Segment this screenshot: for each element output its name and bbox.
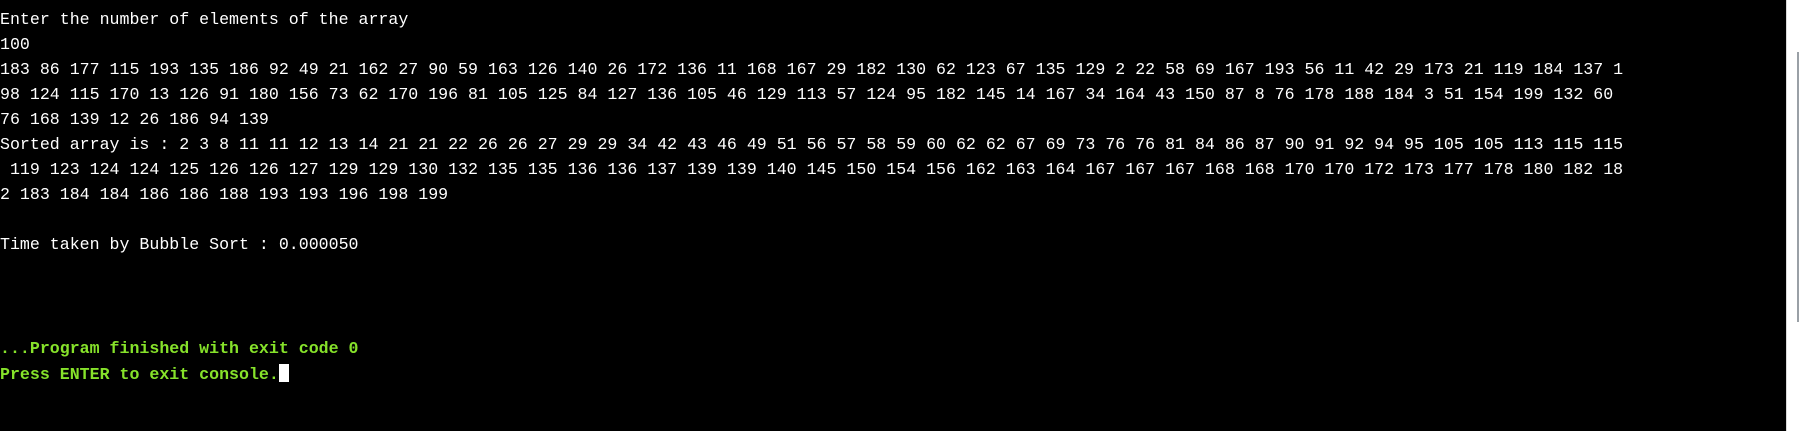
text-cursor <box>278 364 289 382</box>
vertical-scrollbar[interactable] <box>1786 0 1805 431</box>
exit-prompt-line: Press ENTER to exit console. <box>0 362 289 387</box>
array-input-line-2: 98 124 115 170 13 126 91 180 156 73 62 1… <box>0 85 1614 104</box>
scrollbar-thumb[interactable] <box>1797 52 1799 322</box>
exit-prompt-text: Press ENTER to exit console. <box>0 365 279 384</box>
console-output[interactable]: Enter the number of elements of the arra… <box>0 0 1786 431</box>
sorted-array-line-3: 2 183 184 184 186 186 188 193 193 196 19… <box>0 185 449 204</box>
time-taken-line: Time taken by Bubble Sort : 0.000050 <box>0 235 359 254</box>
array-input-line-1: 183 86 177 115 193 135 186 92 49 21 162 … <box>0 60 1624 79</box>
array-input-line-3: 76 168 139 12 26 186 94 139 <box>0 110 269 129</box>
sorted-array-line-2: 119 123 124 124 125 126 126 127 129 129 … <box>0 160 1624 179</box>
program-finished-message: ...Program finished with exit code 0 <box>0 339 359 358</box>
input-element-count: 100 <box>0 35 30 54</box>
prompt-element-count: Enter the number of elements of the arra… <box>0 10 409 29</box>
sorted-array-line-1: Sorted array is : 2 3 8 11 11 12 13 14 2… <box>0 135 1624 154</box>
